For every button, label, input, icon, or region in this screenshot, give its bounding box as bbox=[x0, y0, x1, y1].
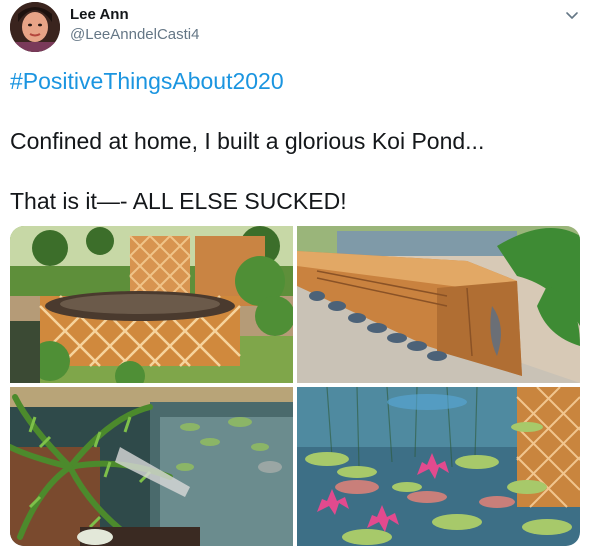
koi-pond-lattice-fence-photo[interactable] bbox=[10, 226, 293, 383]
chevron-down-icon[interactable] bbox=[563, 6, 581, 24]
hashtag-link[interactable]: #PositiveThingsAbout2020 bbox=[10, 68, 284, 95]
author-name[interactable]: Lee Ann bbox=[70, 6, 129, 23]
media-grid bbox=[10, 226, 580, 546]
wooden-pond-edge-photo[interactable] bbox=[297, 226, 580, 383]
water-lilies-photo[interactable] bbox=[297, 387, 580, 546]
tweet-text-line: Confined at home, I built a glorious Koi… bbox=[10, 128, 485, 154]
palm-pond-photo[interactable] bbox=[10, 387, 293, 546]
avatar[interactable] bbox=[10, 2, 60, 52]
author-handle[interactable]: @LeeAnndelCasti4 bbox=[70, 26, 199, 43]
tweet-card: Lee Ann @LeeAnndelCasti4 #PositiveThings… bbox=[0, 0, 600, 546]
tweet-text-line: That is it—- ALL ELSE SUCKED! bbox=[10, 188, 347, 214]
